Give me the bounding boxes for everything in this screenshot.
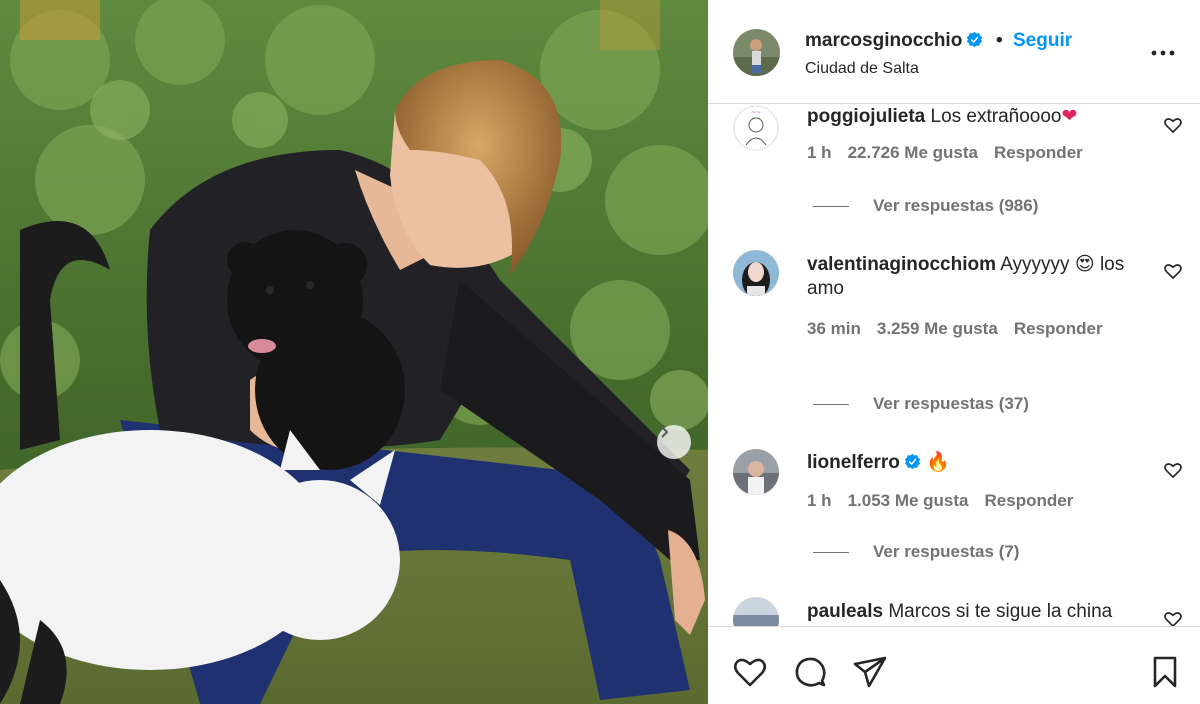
verified-badge-icon xyxy=(904,453,921,470)
comment-text: pauleals Marcos si te sigue la china xyxy=(807,600,1155,624)
comment-likes[interactable]: 3.259 Me gusta xyxy=(877,319,998,338)
view-replies-label[interactable]: Ver respuestas (7) xyxy=(873,542,1019,561)
comment-icon[interactable] xyxy=(792,654,828,690)
commenter-username[interactable]: pauleals xyxy=(807,601,883,622)
comment-body: Los extrañoooo xyxy=(930,106,1062,127)
post-actions-bar xyxy=(708,626,1200,704)
comment-likes[interactable]: 22.726 Me gusta xyxy=(848,143,978,162)
replies-divider xyxy=(813,206,849,208)
heart-eyes-emoji: 😍 xyxy=(1074,254,1095,275)
author-username-text[interactable]: marcosginocchio xyxy=(805,30,962,51)
fire-emoji: 🔥 xyxy=(926,452,950,473)
comment-meta: 1 h 22.726 Me gusta Responder xyxy=(807,143,1099,163)
comment-time[interactable]: 36 min xyxy=(807,319,861,338)
svg-text:~~: ~~ xyxy=(751,109,761,116)
reply-button[interactable]: Responder xyxy=(1014,319,1103,338)
reply-button[interactable]: Responder xyxy=(994,143,1083,162)
comment-body-cont-2: amo xyxy=(807,278,844,299)
comment-meta: 36 min 3.259 Me gusta Responder xyxy=(807,319,1119,339)
comment-body: Marcos si te sigue la china xyxy=(888,601,1113,622)
view-replies-label[interactable]: Ver respuestas (986) xyxy=(873,196,1038,215)
post-sidebar: marcosginocchio • Seguir Ciudad de Salta… xyxy=(708,0,1200,704)
commenter-avatar[interactable] xyxy=(733,449,779,495)
author-username[interactable]: marcosginocchio xyxy=(805,30,983,52)
heart-emoji: ❤ xyxy=(1061,106,1078,127)
like-comment-heart-icon[interactable] xyxy=(1163,115,1183,135)
bookmark-icon[interactable] xyxy=(1147,654,1183,690)
view-replies-button[interactable]: Ver respuestas (986) xyxy=(813,196,1038,216)
replies-divider xyxy=(813,404,849,406)
commenter-username[interactable]: poggiojulieta xyxy=(807,106,925,127)
comment-likes[interactable]: 1.053 Me gusta xyxy=(848,491,969,510)
author-avatar[interactable] xyxy=(733,29,780,76)
commenter-avatar[interactable] xyxy=(733,250,779,296)
commenter-username[interactable]: lionelferro xyxy=(807,452,900,473)
view-replies-label[interactable]: Ver respuestas (37) xyxy=(873,394,1029,413)
next-photo-button[interactable] xyxy=(657,425,691,459)
post-image xyxy=(0,0,708,704)
heart-icon[interactable] xyxy=(732,654,768,690)
more-options-icon[interactable] xyxy=(1150,40,1176,66)
post-header: marcosginocchio • Seguir Ciudad de Salta xyxy=(708,0,1200,104)
view-replies-button[interactable]: Ver respuestas (37) xyxy=(813,394,1029,414)
like-comment-heart-icon[interactable] xyxy=(1163,609,1183,626)
verified-badge-icon xyxy=(967,31,983,48)
view-replies-button[interactable]: Ver respuestas (7) xyxy=(813,542,1019,562)
post-location[interactable]: Ciudad de Salta xyxy=(805,60,919,78)
comment-body-cont: los xyxy=(1099,254,1125,275)
commenter-avatar[interactable]: ~~ xyxy=(733,105,779,151)
share-icon[interactable] xyxy=(852,654,888,690)
comment-body: Ayyyyyy xyxy=(1000,254,1070,275)
comment-time[interactable]: 1 h xyxy=(807,491,832,510)
follow-button[interactable]: Seguir xyxy=(1013,30,1072,52)
like-comment-heart-icon[interactable] xyxy=(1163,261,1183,281)
comment-text: lionelferro 🔥 xyxy=(807,451,1155,475)
comment-text: poggiojulieta Los extrañoooo❤ xyxy=(807,105,1155,129)
like-comment-heart-icon[interactable] xyxy=(1163,460,1183,480)
comments-list: ~~ poggiojulieta Los extrañoooo❤ 1 h 22.7… xyxy=(708,105,1200,626)
comment-meta: 1 h 1.053 Me gusta Responder xyxy=(807,491,1089,511)
comment-time[interactable]: 1 h xyxy=(807,143,832,162)
commenter-avatar[interactable] xyxy=(733,597,779,626)
reply-button[interactable]: Responder xyxy=(985,491,1074,510)
post-photo[interactable] xyxy=(0,0,708,704)
commenter-username[interactable]: valentinaginocchiom xyxy=(807,254,996,275)
separator-dot: • xyxy=(996,30,1003,51)
replies-divider xyxy=(813,552,849,554)
chevron-right-icon xyxy=(661,426,669,438)
comment-text: valentinaginocchiom Ayyyyyy 😍 los amo xyxy=(807,253,1155,301)
